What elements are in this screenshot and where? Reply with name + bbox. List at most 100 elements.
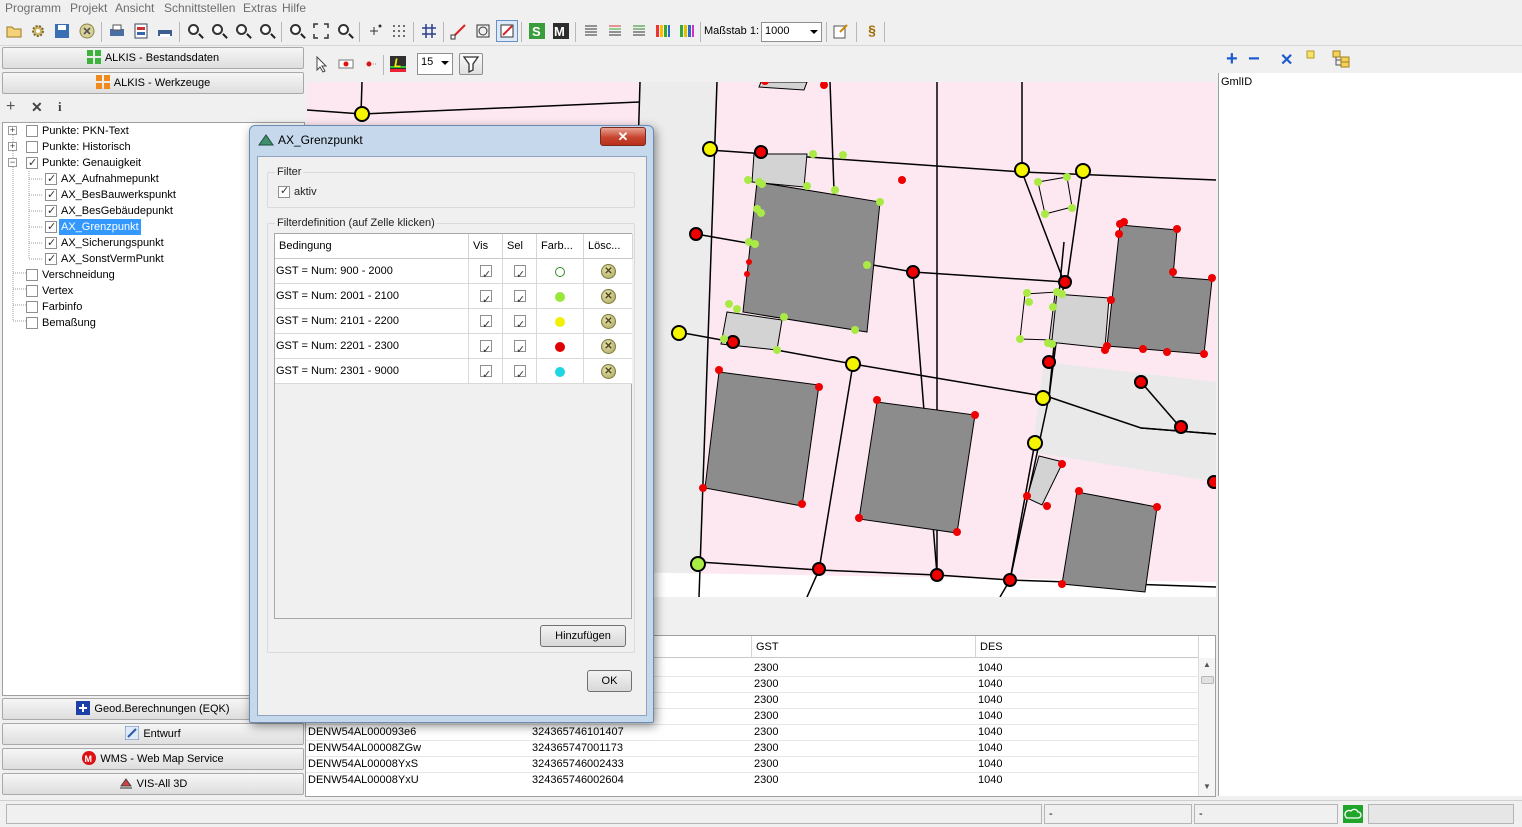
tree-checkbox[interactable] bbox=[26, 317, 38, 329]
snap-icon[interactable] bbox=[474, 22, 492, 40]
vis-cell[interactable] bbox=[469, 309, 503, 338]
zoom-in-icon[interactable] bbox=[210, 22, 228, 40]
draw-line-icon[interactable] bbox=[450, 22, 468, 40]
list-icon[interactable] bbox=[582, 22, 600, 40]
delete-icon[interactable]: ✕ bbox=[601, 264, 616, 279]
condition-cell[interactable]: GST = Num: 2001 - 2100 bbox=[275, 284, 469, 309]
edit-active-icon[interactable] bbox=[496, 20, 518, 42]
delete-cell[interactable]: ✕ bbox=[584, 359, 632, 384]
vis-all-3d-button[interactable]: VIS-All 3D bbox=[2, 773, 304, 795]
info-icon[interactable]: i bbox=[58, 99, 62, 115]
list-green-icon[interactable] bbox=[630, 22, 648, 40]
zoom-extent-icon[interactable] bbox=[312, 22, 330, 40]
vis-checkbox[interactable] bbox=[480, 338, 492, 363]
m-layer-icon[interactable]: M bbox=[552, 22, 570, 40]
save-icon[interactable] bbox=[53, 22, 71, 40]
tree-checkbox[interactable] bbox=[45, 235, 57, 251]
filter-row[interactable]: GST = Num: 2301 - 9000 ✕ bbox=[275, 359, 632, 388]
condition-cell[interactable]: GST = Num: 2201 - 2300 bbox=[275, 334, 469, 359]
pointer-arrow-icon[interactable] bbox=[313, 55, 331, 73]
vis-checkbox[interactable] bbox=[480, 313, 492, 338]
sel-checkbox[interactable] bbox=[514, 313, 526, 338]
grid-dots-icon[interactable] bbox=[390, 22, 408, 40]
edit-document-icon[interactable] bbox=[832, 22, 850, 40]
tree-checkbox[interactable] bbox=[26, 155, 38, 171]
s-layer-icon[interactable]: S bbox=[528, 22, 546, 40]
sel-checkbox[interactable] bbox=[514, 288, 526, 313]
cancel-icon[interactable] bbox=[78, 22, 96, 40]
paragraph-icon[interactable]: § bbox=[863, 22, 881, 40]
scroll-thumb[interactable] bbox=[1201, 676, 1214, 684]
vis-cell[interactable] bbox=[469, 334, 503, 363]
tree-checkbox[interactable] bbox=[45, 251, 57, 267]
grid-header-vis[interactable]: Vis bbox=[469, 234, 503, 259]
entwurf-button[interactable]: Entwurf bbox=[2, 723, 304, 745]
tree-checkbox[interactable] bbox=[26, 141, 38, 153]
deselect-point-icon[interactable] bbox=[361, 55, 379, 73]
print-preview-icon[interactable] bbox=[132, 22, 150, 40]
tree-checkbox[interactable] bbox=[45, 171, 57, 187]
sel-cell[interactable] bbox=[503, 334, 537, 363]
delete-icon[interactable]: ✕ bbox=[31, 99, 43, 116]
table-header-gst[interactable]: GST bbox=[752, 636, 976, 658]
tree-checkbox[interactable] bbox=[26, 285, 38, 297]
sel-cell[interactable] bbox=[503, 359, 537, 388]
grid-header-loeschen[interactable]: Lösc... bbox=[584, 234, 633, 259]
add-filter-button[interactable]: Hinzufügen bbox=[540, 625, 626, 647]
tree-checkbox[interactable] bbox=[26, 269, 38, 281]
tree-checkbox[interactable] bbox=[45, 203, 57, 219]
menu-extras[interactable]: Extras bbox=[243, 1, 277, 15]
open-folder-icon[interactable] bbox=[5, 22, 23, 40]
grid-header-bedingung[interactable]: Bedingung bbox=[275, 234, 469, 259]
add-point-icon[interactable] bbox=[366, 22, 384, 40]
tree-checkbox[interactable] bbox=[26, 125, 38, 137]
ok-button[interactable]: OK bbox=[587, 670, 632, 692]
tree-structure-icon[interactable] bbox=[1332, 50, 1350, 71]
expand-icon[interactable]: + bbox=[8, 142, 17, 151]
printer-icon[interactable] bbox=[156, 22, 174, 40]
sel-checkbox[interactable] bbox=[514, 363, 526, 388]
color-cell[interactable] bbox=[537, 259, 584, 284]
sel-cell[interactable] bbox=[503, 259, 537, 288]
table-row[interactable]: DENW54AL00008ZGw 324365747001173 2300 10… bbox=[306, 740, 1199, 756]
sel-checkbox[interactable] bbox=[514, 263, 526, 288]
filter-row[interactable]: GST = Num: 2101 - 2200 ✕ bbox=[275, 309, 632, 338]
zoom-out-icon[interactable] bbox=[234, 22, 252, 40]
menu-schnittstellen[interactable]: Schnittstellen bbox=[164, 1, 235, 15]
grid-header-farbe[interactable]: Farb... bbox=[537, 234, 584, 259]
tree-checkbox[interactable] bbox=[45, 187, 57, 203]
print-icon[interactable] bbox=[108, 22, 126, 40]
vis-cell[interactable] bbox=[469, 259, 503, 288]
grid-header-sel[interactable]: Sel bbox=[503, 234, 537, 259]
menu-projekt[interactable]: Projekt bbox=[70, 1, 107, 15]
filter-icon[interactable] bbox=[459, 53, 483, 75]
zoom-select-icon[interactable] bbox=[336, 22, 354, 40]
color-cell[interactable] bbox=[537, 334, 584, 359]
menu-hilfe[interactable]: Hilfe bbox=[282, 1, 306, 15]
delete-icon[interactable]: ✕ bbox=[601, 314, 616, 329]
zoom-previous-icon[interactable] bbox=[288, 22, 306, 40]
vis-checkbox[interactable] bbox=[480, 263, 492, 288]
wms-button[interactable]: M WMS - Web Map Service bbox=[2, 748, 304, 770]
delete-icon[interactable]: ✕ bbox=[601, 289, 616, 304]
grid-hash-icon[interactable] bbox=[420, 22, 438, 40]
menu-programm[interactable]: Programm bbox=[5, 1, 61, 15]
vis-checkbox[interactable] bbox=[480, 363, 492, 388]
note-icon[interactable] bbox=[1306, 50, 1322, 69]
color-cell[interactable] bbox=[537, 284, 584, 309]
table-row[interactable]: DENW54AL00008YxU 324365746002604 2300 10… bbox=[306, 772, 1199, 788]
close-icon[interactable]: ✕ bbox=[1280, 50, 1293, 70]
sel-cell[interactable] bbox=[503, 284, 537, 313]
tree-checkbox[interactable] bbox=[26, 301, 38, 313]
tree-checkbox[interactable] bbox=[45, 219, 57, 235]
point-size-select[interactable]: 15 bbox=[417, 53, 453, 75]
color-cell[interactable] bbox=[537, 359, 584, 384]
condition-cell[interactable]: GST = Num: 2301 - 9000 bbox=[275, 359, 469, 384]
delete-cell[interactable]: ✕ bbox=[584, 309, 632, 334]
table-row[interactable]: DENW54AL00008YxS 324365746002433 2300 10… bbox=[306, 756, 1199, 772]
vis-cell[interactable] bbox=[469, 359, 503, 388]
select-point-icon[interactable] bbox=[337, 55, 355, 73]
scale-select[interactable]: 1000 bbox=[761, 22, 822, 42]
filter-row[interactable]: GST = Num: 900 - 2000 ✕ bbox=[275, 259, 632, 288]
alkis-bestandsdaten-button[interactable]: ALKIS - Bestandsdaten bbox=[2, 47, 304, 69]
